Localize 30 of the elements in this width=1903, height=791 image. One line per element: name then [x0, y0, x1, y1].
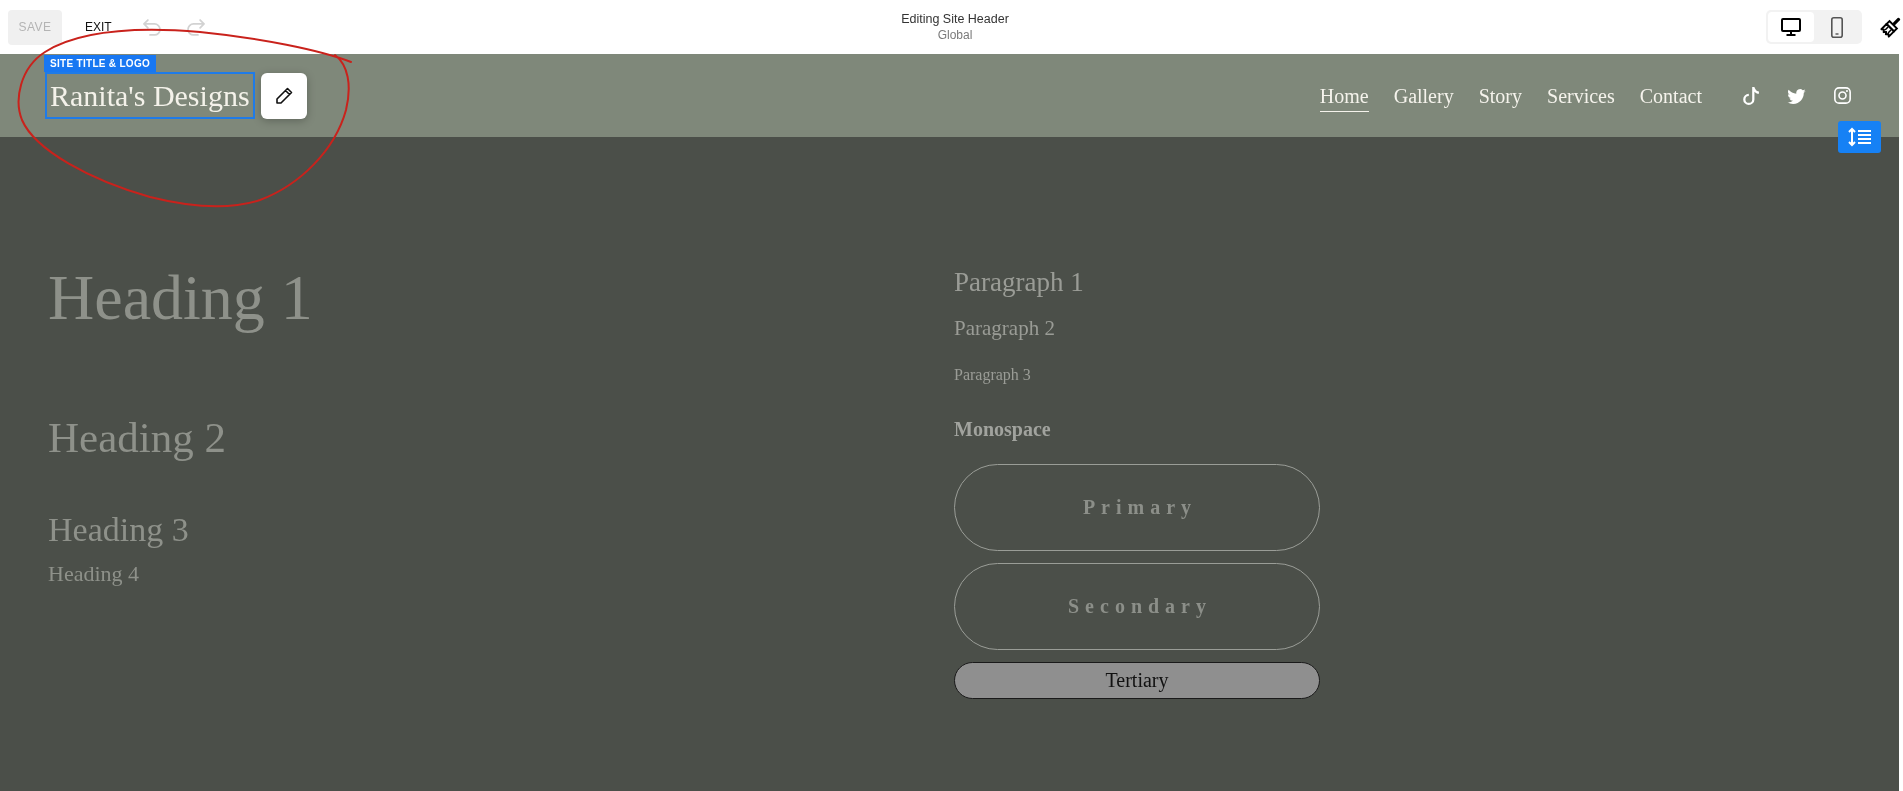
editor-subtitle: Global [936, 27, 974, 43]
monospace-text: Monospace [954, 416, 1052, 441]
heading-text: Heading 1 [48, 261, 314, 335]
selection-label: SITE TITLE & LOGO [44, 55, 157, 72]
paragraph-text: Paragraph 3 [954, 364, 1032, 384]
nav-link[interactable]: Gallery [1393, 79, 1454, 112]
paragraph-text: Paragraph 1 [954, 266, 1085, 299]
paragraph-text: Paragraph 2 [954, 316, 1056, 342]
camera-icon[interactable] [1834, 87, 1851, 104]
heading-text: Heading 3 [48, 510, 190, 551]
bird-icon[interactable] [1787, 87, 1806, 104]
edit-button[interactable] [260, 72, 307, 119]
nav-link[interactable]: Contact [1639, 79, 1702, 112]
tertiary-button[interactable]: Tertiary [954, 661, 1320, 699]
line-spacing-button[interactable] [1838, 121, 1881, 153]
heading-text: Heading 2 [48, 412, 227, 463]
phone-icon [1831, 16, 1843, 38]
paintbrush-icon[interactable] [1880, 16, 1902, 38]
pencil-icon [274, 86, 293, 105]
nav-link[interactable]: Services [1547, 79, 1615, 112]
nav-link[interactable]: Home [1319, 79, 1369, 112]
exit-button[interactable]: EXIT [85, 20, 112, 34]
music-note-icon[interactable] [1743, 86, 1759, 105]
line-spacing-icon [1847, 127, 1872, 147]
nav-link[interactable]: Story [1478, 79, 1522, 112]
monitor-icon [1781, 18, 1801, 36]
site-title[interactable]: Ranita's Designs [45, 72, 255, 119]
heading-text: Heading 4 [48, 561, 141, 588]
editor-title: Editing Site Header [901, 11, 1009, 27]
desktop-view-button[interactable] [1768, 12, 1814, 42]
